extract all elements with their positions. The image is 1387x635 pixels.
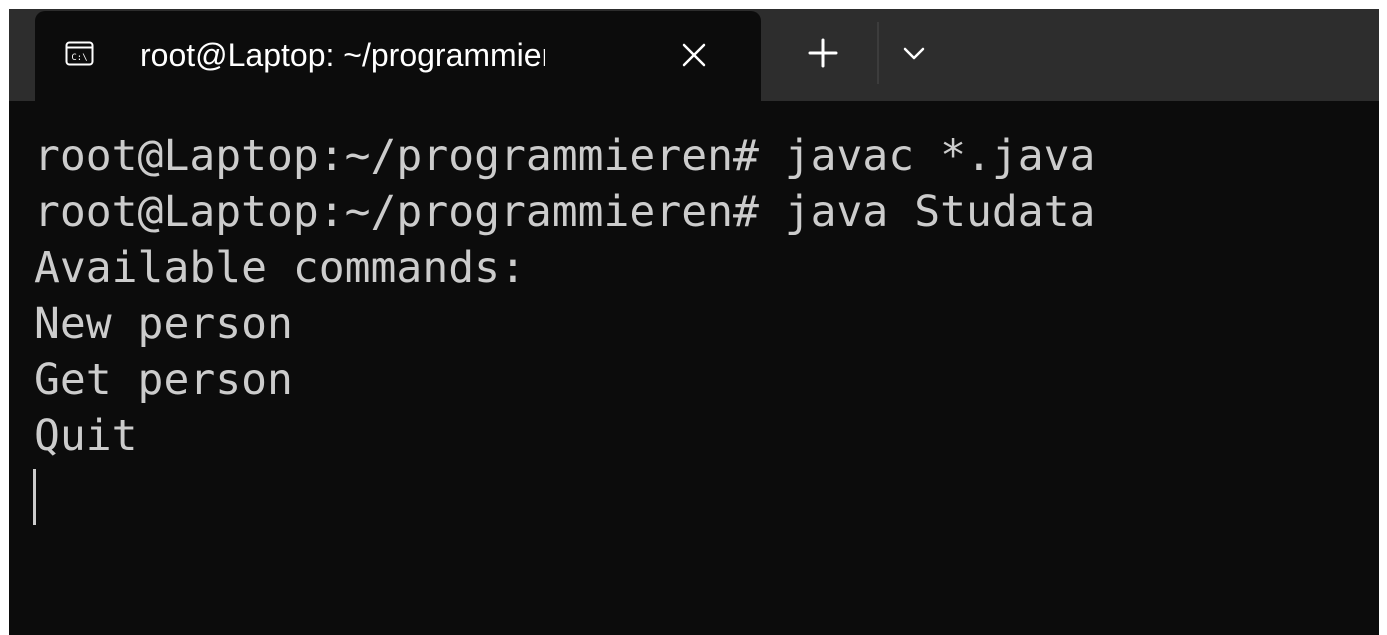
terminal-line: Available commands: — [34, 243, 526, 293]
plus-icon[interactable] — [806, 36, 840, 70]
chevron-down-icon[interactable] — [901, 42, 927, 64]
terminal-line: root@Laptop:~/programmieren# javac *.jav… — [34, 131, 1096, 181]
terminal-icon: C:\ — [65, 41, 94, 66]
text-cursor — [33, 469, 36, 525]
title-bar: C:\ root@Laptop: ~/programmieren — [9, 9, 1379, 106]
active-tab[interactable]: C:\ root@Laptop: ~/programmieren — [35, 11, 761, 106]
terminal-line: New person — [34, 299, 293, 349]
svg-text:C:\: C:\ — [71, 53, 87, 63]
terminal-line: root@Laptop:~/programmieren# java Studat… — [34, 187, 1096, 237]
terminal-line: Get person — [34, 355, 293, 405]
close-icon[interactable] — [677, 38, 711, 72]
terminal-window: C:\ root@Laptop: ~/programmieren root@La… — [9, 9, 1379, 635]
tab-title: root@Laptop: ~/programmieren — [140, 37, 545, 73]
terminal-line: Quit — [34, 411, 138, 461]
terminal-lines: root@Laptop:~/programmieren# javac *.jav… — [34, 128, 1364, 464]
tab-divider — [877, 22, 879, 84]
terminal-output[interactable]: root@Laptop:~/programmieren# javac *.jav… — [9, 101, 1379, 635]
